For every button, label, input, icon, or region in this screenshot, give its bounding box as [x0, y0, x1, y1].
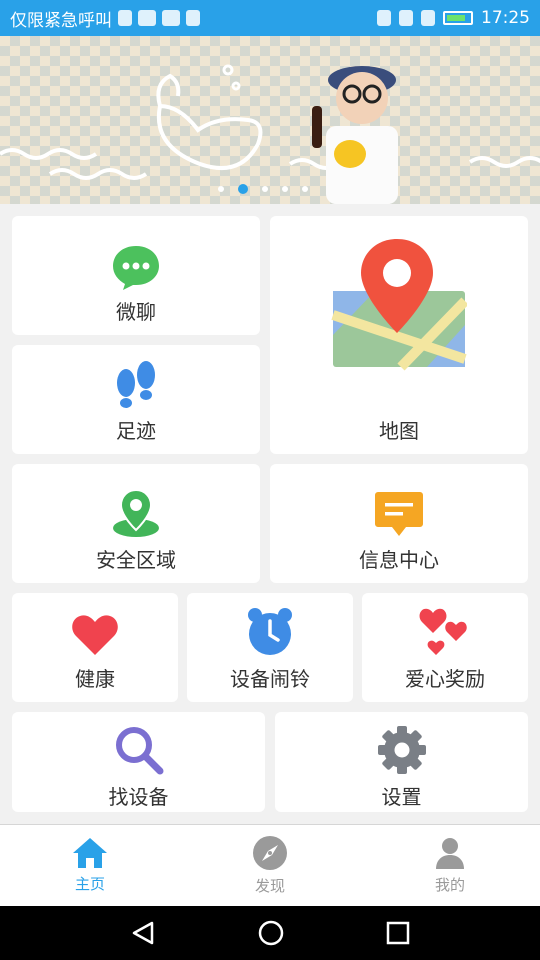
- back-icon[interactable]: [130, 920, 156, 946]
- tile-find-device-label: 找设备: [108, 785, 169, 809]
- tile-reward-label: 爱心奖励: [405, 667, 485, 691]
- tile-reward[interactable]: 爱心奖励: [362, 593, 528, 702]
- clock-text: 17:25: [481, 8, 530, 28]
- carousel-dot-active: [238, 184, 248, 194]
- tile-message-center[interactable]: 信息中心: [270, 464, 528, 583]
- tab-discover[interactable]: 发现: [180, 825, 360, 906]
- carousel-indicator: [218, 184, 308, 194]
- message-icon: [374, 490, 424, 538]
- tile-alarm[interactable]: 设备闹铃: [187, 593, 353, 702]
- tab-mine-label: 我的: [434, 876, 465, 894]
- status-bar: 仅限紧急呼叫 17:25: [0, 0, 540, 36]
- bottom-tab-bar: 主页 发现 我的: [0, 824, 540, 906]
- chat-bubble-icon: [111, 244, 161, 290]
- tile-chat-label: 微聊: [116, 300, 156, 324]
- system-nav-bar: [0, 906, 540, 960]
- mute-icon: [377, 10, 391, 26]
- hearts-icon: [419, 607, 471, 657]
- home-circle-icon[interactable]: [257, 919, 285, 947]
- tile-map-label: 地图: [379, 419, 419, 443]
- notification-app-icon: [162, 10, 180, 26]
- tile-settings[interactable]: 设置: [275, 712, 528, 812]
- tab-home-label: 主页: [74, 875, 105, 893]
- tile-footprint-label: 足迹: [116, 419, 156, 443]
- sim-icon: [421, 10, 435, 26]
- tab-mine[interactable]: 我的: [360, 825, 540, 906]
- compass-icon: [253, 836, 287, 870]
- tile-safe-zone[interactable]: 安全区域: [12, 464, 260, 583]
- tile-chat[interactable]: 微聊: [12, 216, 260, 335]
- map-app-icon: [186, 10, 200, 26]
- carousel-dot: [282, 186, 288, 192]
- heart-icon: [71, 613, 119, 657]
- health-app-icon: [138, 10, 156, 26]
- tile-health[interactable]: 健康: [12, 593, 178, 702]
- tile-map[interactable]: 地图: [270, 216, 528, 454]
- location-zone-icon: [111, 488, 161, 538]
- footprints-icon: [113, 359, 159, 409]
- tab-discover-label: 发现: [254, 877, 285, 895]
- tab-home[interactable]: 主页: [0, 825, 180, 906]
- tile-safe-zone-label: 安全区域: [96, 548, 176, 572]
- recents-icon[interactable]: [386, 921, 410, 945]
- tile-find-device[interactable]: 找设备: [12, 712, 265, 812]
- search-icon: [114, 725, 164, 775]
- carousel-dot: [302, 186, 308, 192]
- gear-icon: [377, 725, 427, 775]
- tile-footprint[interactable]: 足迹: [12, 345, 260, 454]
- banner-carousel[interactable]: [0, 36, 540, 204]
- usb-icon: [118, 10, 132, 26]
- banner-image: [0, 64, 540, 204]
- alarm-clock-icon: [245, 607, 295, 657]
- carrier-text: 仅限紧急呼叫: [10, 10, 112, 31]
- home-icon: [73, 838, 107, 868]
- tile-alarm-label: 设备闹铃: [230, 667, 310, 691]
- tile-message-center-label: 信息中心: [359, 548, 439, 572]
- map-pin-icon: [331, 235, 467, 371]
- wifi-icon: [399, 10, 413, 26]
- battery-icon: [443, 11, 473, 25]
- tile-settings-label: 设置: [381, 785, 422, 809]
- person-icon: [436, 838, 464, 869]
- carousel-dot: [262, 186, 268, 192]
- carousel-dot: [218, 186, 224, 192]
- tile-health-label: 健康: [75, 667, 115, 691]
